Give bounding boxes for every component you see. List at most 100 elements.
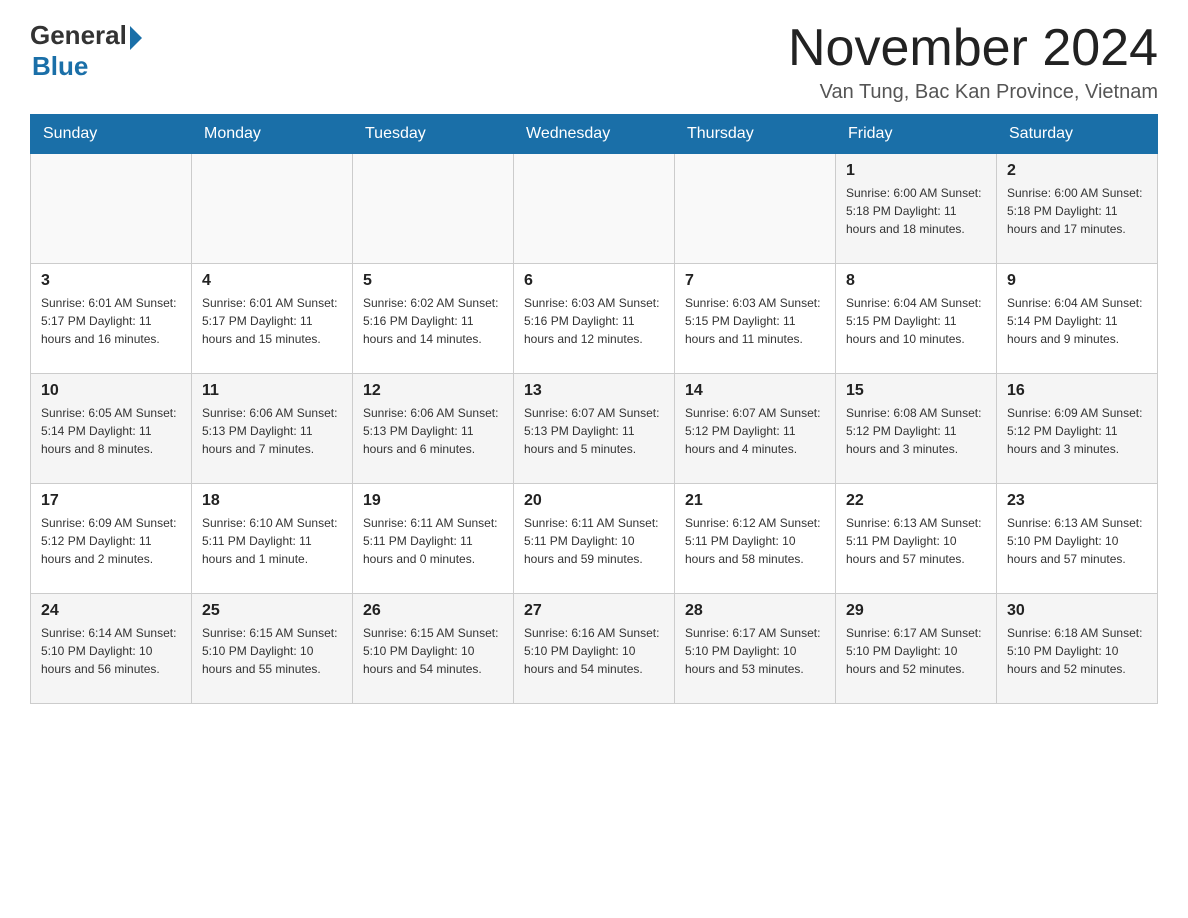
calendar-day-cell: 9Sunrise: 6:04 AM Sunset: 5:14 PM Daylig…	[997, 264, 1158, 374]
month-title: November 2024	[788, 20, 1158, 77]
day-info: Sunrise: 6:14 AM Sunset: 5:10 PM Dayligh…	[41, 624, 181, 678]
day-info: Sunrise: 6:06 AM Sunset: 5:13 PM Dayligh…	[202, 404, 342, 458]
day-number: 17	[41, 492, 181, 510]
calendar-week-row: 10 Sunrise: 6:05 AM Sunset: 5:14 PM Dayli…	[31, 374, 1158, 484]
logo-blue-text: Blue	[32, 51, 88, 82]
calendar-day-cell: 28 Sunrise: 6:17 AM Sunset: 5:10 PM Dayli…	[675, 594, 836, 704]
calendar-day-cell: 8 Sunrise: 6:04 AM Sunset: 5:15 PM Daylig…	[836, 264, 997, 374]
calendar-day-cell	[192, 154, 353, 264]
day-number: 14	[685, 382, 825, 400]
calendar-day-cell: 2 Sunrise: 6:00 AM Sunset: 5:18 PM Daylig…	[997, 154, 1158, 264]
day-info: Sunrise: 6:11 AM Sunset: 5:11 PM Dayligh…	[363, 514, 503, 568]
calendar-day-cell: 21 Sunrise: 6:12 AM Sunset: 5:11 PM Dayli…	[675, 484, 836, 594]
calendar-day-cell: 29 Sunrise: 6:17 AM Sunset: 5:10 PM Dayli…	[836, 594, 997, 704]
day-info: Sunrise: 6:09 AM Sunset: 5:12 PM Dayligh…	[1007, 404, 1147, 458]
day-number: 24	[41, 602, 181, 620]
day-info: Sunrise: 6:04 AM Sunset: 5:15 PM Dayligh…	[846, 294, 986, 348]
day-info: Sunrise: 6:03 AM Sunset: 5:15 PM Dayligh…	[685, 294, 825, 348]
day-info: Sunrise: 6:18 AM Sunset: 5:10 PM Dayligh…	[1007, 624, 1147, 678]
day-number: 2	[1007, 162, 1147, 180]
calendar-day-cell: 15Sunrise: 6:08 AM Sunset: 5:12 PM Dayli…	[836, 374, 997, 484]
day-number: 27	[524, 602, 664, 620]
day-number: 30	[1007, 602, 1147, 620]
page-header: General Blue November 2024 Van Tung, Bac…	[30, 20, 1158, 104]
day-info: Sunrise: 6:17 AM Sunset: 5:10 PM Dayligh…	[685, 624, 825, 678]
day-number: 18	[202, 492, 342, 510]
day-number: 19	[363, 492, 503, 510]
day-info: Sunrise: 6:17 AM Sunset: 5:10 PM Dayligh…	[846, 624, 986, 678]
day-number: 12	[363, 382, 503, 400]
calendar-day-cell	[31, 154, 192, 264]
calendar-week-row: 3 Sunrise: 6:01 AM Sunset: 5:17 PM Daylig…	[31, 264, 1158, 374]
day-info: Sunrise: 6:01 AM Sunset: 5:17 PM Dayligh…	[41, 294, 181, 348]
calendar-day-cell: 6Sunrise: 6:03 AM Sunset: 5:16 PM Daylig…	[514, 264, 675, 374]
location-subtitle: Van Tung, Bac Kan Province, Vietnam	[788, 81, 1158, 104]
day-info: Sunrise: 6:06 AM Sunset: 5:13 PM Dayligh…	[363, 404, 503, 458]
calendar-day-cell: 14 Sunrise: 6:07 AM Sunset: 5:12 PM Dayli…	[675, 374, 836, 484]
calendar-day-cell: 4 Sunrise: 6:01 AM Sunset: 5:17 PM Daylig…	[192, 264, 353, 374]
header-wednesday: Wednesday	[514, 115, 675, 154]
day-number: 10	[41, 382, 181, 400]
day-info: Sunrise: 6:02 AM Sunset: 5:16 PM Dayligh…	[363, 294, 503, 348]
day-number: 22	[846, 492, 986, 510]
calendar-day-cell	[514, 154, 675, 264]
day-number: 8	[846, 272, 986, 290]
calendar-day-cell: 18 Sunrise: 6:10 AM Sunset: 5:11 PM Dayli…	[192, 484, 353, 594]
day-number: 29	[846, 602, 986, 620]
day-info: Sunrise: 6:13 AM Sunset: 5:10 PM Dayligh…	[1007, 514, 1147, 568]
day-number: 13	[524, 382, 664, 400]
day-number: 3	[41, 272, 181, 290]
calendar-day-cell: 3 Sunrise: 6:01 AM Sunset: 5:17 PM Daylig…	[31, 264, 192, 374]
header-thursday: Thursday	[675, 115, 836, 154]
calendar-day-cell: 22Sunrise: 6:13 AM Sunset: 5:11 PM Dayli…	[836, 484, 997, 594]
day-number: 11	[202, 382, 342, 400]
day-number: 5	[363, 272, 503, 290]
day-info: Sunrise: 6:08 AM Sunset: 5:12 PM Dayligh…	[846, 404, 986, 458]
day-info: Sunrise: 6:05 AM Sunset: 5:14 PM Dayligh…	[41, 404, 181, 458]
calendar-day-cell: 25Sunrise: 6:15 AM Sunset: 5:10 PM Dayli…	[192, 594, 353, 704]
day-info: Sunrise: 6:12 AM Sunset: 5:11 PM Dayligh…	[685, 514, 825, 568]
logo: General Blue	[30, 20, 142, 82]
day-info: Sunrise: 6:07 AM Sunset: 5:12 PM Dayligh…	[685, 404, 825, 458]
day-number: 7	[685, 272, 825, 290]
calendar-week-row: 1 Sunrise: 6:00 AM Sunset: 5:18 PM Daylig…	[31, 154, 1158, 264]
day-info: Sunrise: 6:15 AM Sunset: 5:10 PM Dayligh…	[202, 624, 342, 678]
calendar-day-cell: 17Sunrise: 6:09 AM Sunset: 5:12 PM Dayli…	[31, 484, 192, 594]
calendar-day-cell: 5 Sunrise: 6:02 AM Sunset: 5:16 PM Daylig…	[353, 264, 514, 374]
header-tuesday: Tuesday	[353, 115, 514, 154]
calendar-day-cell: 20 Sunrise: 6:11 AM Sunset: 5:11 PM Dayli…	[514, 484, 675, 594]
calendar-day-cell: 10 Sunrise: 6:05 AM Sunset: 5:14 PM Dayli…	[31, 374, 192, 484]
calendar-day-cell: 13Sunrise: 6:07 AM Sunset: 5:13 PM Dayli…	[514, 374, 675, 484]
day-info: Sunrise: 6:11 AM Sunset: 5:11 PM Dayligh…	[524, 514, 664, 568]
calendar-day-cell	[675, 154, 836, 264]
day-info: Sunrise: 6:00 AM Sunset: 5:18 PM Dayligh…	[1007, 184, 1147, 238]
day-info: Sunrise: 6:10 AM Sunset: 5:11 PM Dayligh…	[202, 514, 342, 568]
day-number: 16	[1007, 382, 1147, 400]
calendar-day-cell: 30 Sunrise: 6:18 AM Sunset: 5:10 PM Dayli…	[997, 594, 1158, 704]
logo-general-text: General	[30, 20, 127, 51]
calendar-day-cell: 26 Sunrise: 6:15 AM Sunset: 5:10 PM Dayli…	[353, 594, 514, 704]
calendar-week-row: 24 Sunrise: 6:14 AM Sunset: 5:10 PM Dayli…	[31, 594, 1158, 704]
calendar-header-row: SundayMondayTuesdayWednesdayThursdayFrid…	[31, 115, 1158, 154]
calendar-day-cell: 11 Sunrise: 6:06 AM Sunset: 5:13 PM Dayli…	[192, 374, 353, 484]
day-info: Sunrise: 6:01 AM Sunset: 5:17 PM Dayligh…	[202, 294, 342, 348]
header-monday: Monday	[192, 115, 353, 154]
calendar-day-cell: 23Sunrise: 6:13 AM Sunset: 5:10 PM Dayli…	[997, 484, 1158, 594]
calendar-day-cell: 19 Sunrise: 6:11 AM Sunset: 5:11 PM Dayli…	[353, 484, 514, 594]
calendar-day-cell: 24 Sunrise: 6:14 AM Sunset: 5:10 PM Dayli…	[31, 594, 192, 704]
day-number: 1	[846, 162, 986, 180]
day-number: 4	[202, 272, 342, 290]
calendar-day-cell: 16 Sunrise: 6:09 AM Sunset: 5:12 PM Dayli…	[997, 374, 1158, 484]
header-saturday: Saturday	[997, 115, 1158, 154]
day-number: 6	[524, 272, 664, 290]
header-friday: Friday	[836, 115, 997, 154]
calendar-week-row: 17Sunrise: 6:09 AM Sunset: 5:12 PM Dayli…	[31, 484, 1158, 594]
logo-arrow-icon	[130, 26, 142, 50]
day-number: 26	[363, 602, 503, 620]
calendar-day-cell: 12 Sunrise: 6:06 AM Sunset: 5:13 PM Dayli…	[353, 374, 514, 484]
day-info: Sunrise: 6:15 AM Sunset: 5:10 PM Dayligh…	[363, 624, 503, 678]
day-number: 28	[685, 602, 825, 620]
day-number: 21	[685, 492, 825, 510]
calendar-day-cell	[353, 154, 514, 264]
day-number: 20	[524, 492, 664, 510]
